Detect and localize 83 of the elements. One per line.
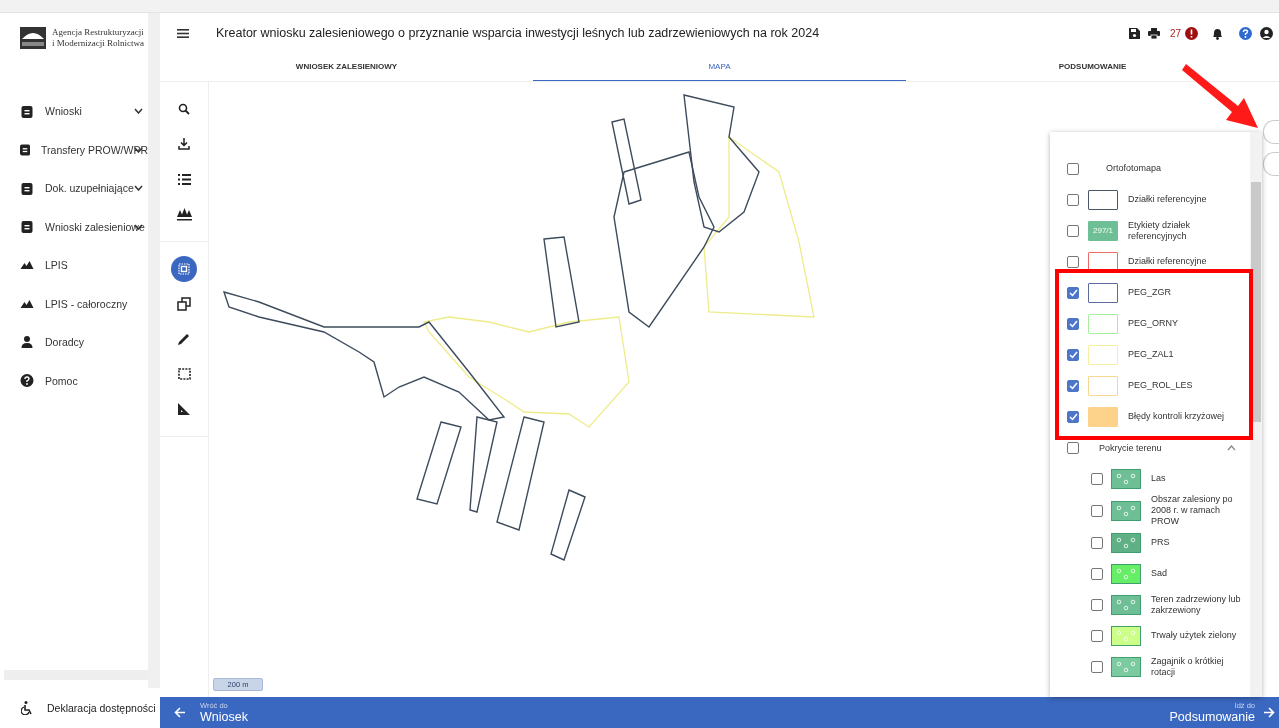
layer-label: PRS [1151, 537, 1170, 548]
checkbox[interactable] [1091, 660, 1103, 673]
sidebar-item[interactable]: Wnioski [0, 92, 148, 131]
pencil-icon [178, 333, 190, 345]
agency-name: Agencja Restrukturyzacji [52, 27, 144, 38]
checkbox[interactable] [1067, 193, 1079, 206]
panel-scrollbar[interactable] [1250, 132, 1262, 697]
checkbox[interactable] [1091, 504, 1103, 517]
person-icon [20, 336, 34, 349]
checkbox[interactable] [1091, 629, 1103, 642]
sidebar-item[interactable]: LPIS - całoroczny [0, 284, 148, 323]
chevron-down-icon [134, 185, 143, 192]
checkbox[interactable] [1067, 162, 1079, 175]
checkbox[interactable] [1091, 472, 1103, 485]
chevron-down-icon [134, 146, 143, 153]
dashed-rectangle-icon [177, 368, 191, 380]
save-icon[interactable] [1128, 27, 1140, 39]
layer-label: Obszar zalesiony po 2008 r. w ramach PROW [1151, 494, 1234, 527]
checkbox[interactable] [1067, 286, 1079, 299]
error-count: 27 [1169, 27, 1181, 39]
clipboard-icon [20, 143, 31, 157]
checkbox[interactable] [1091, 567, 1103, 580]
checkbox[interactable] [1067, 348, 1079, 361]
mountain-icon [20, 299, 34, 308]
help-icon [20, 374, 34, 388]
account-icon[interactable] [1260, 26, 1273, 40]
help-icon[interactable] [1239, 26, 1252, 40]
clipboard-icon [20, 220, 34, 234]
layer-label: PEG_ZGR [1128, 287, 1171, 298]
sidebar-item[interactable]: Transfery PROW/WPR [0, 130, 148, 169]
chevron-down-icon [134, 223, 143, 230]
list-icon [177, 173, 191, 185]
select-tool-button[interactable] [171, 256, 197, 282]
layer-label: PEG_ORNY [1128, 318, 1178, 329]
print-icon[interactable] [1147, 27, 1160, 39]
bell-icon[interactable] [1212, 26, 1223, 40]
chevron-icon[interactable] [1227, 444, 1236, 451]
sidebar-item[interactable]: Pomoc [0, 361, 148, 400]
layer-label: PEG_ROL_LES [1128, 380, 1193, 391]
agency-name: i Modernizacji Rolnictwa [52, 38, 144, 49]
checkbox[interactable] [1091, 536, 1103, 549]
layer-label: Teren zadrzewiony lub zakrzewiony [1151, 593, 1242, 616]
menu-icon[interactable] [177, 28, 189, 38]
checkbox[interactable] [1091, 598, 1103, 611]
checkbox[interactable] [1067, 410, 1079, 423]
layer-label: Etykiety działek referencyjnych [1128, 219, 1192, 242]
checkbox[interactable] [1067, 255, 1079, 268]
accessibility-link[interactable]: Deklaracja dostępności [0, 701, 160, 715]
checkbox[interactable] [1067, 441, 1079, 454]
clipboard-icon [20, 104, 34, 118]
layer-label: Ortofotomapa [1106, 163, 1162, 174]
sidebar-item[interactable]: Dok. uzupełniające [0, 169, 148, 208]
sidebar-item[interactable]: LPIS [0, 246, 148, 285]
sidebar-item[interactable]: Doradcy [0, 323, 148, 362]
layer-label: Działki referencyjne [1128, 256, 1207, 267]
layer-label: Zagajnik o krótkiej rotacji [1151, 655, 1225, 678]
checkbox[interactable] [1067, 379, 1079, 392]
sidebar-item[interactable]: Wnioski zalesieniowe [0, 207, 148, 246]
vertical-scrollbar[interactable] [148, 13, 160, 688]
logo-icon [20, 27, 46, 49]
layer-label: Las [1151, 473, 1166, 484]
layer-label: Działki referencyjne [1128, 194, 1207, 205]
mountain-icon [20, 261, 34, 270]
select-area-icon [178, 263, 190, 275]
legend-swatch: 297/1 [1088, 220, 1118, 241]
page-title: Kreator wniosku zalesieniowego o przyznanie wsparcia inwestycji leśnych lub zadrzewieniowych na rok 2024 [216, 26, 821, 40]
chevron-down-icon [134, 108, 143, 115]
checkbox[interactable] [1067, 224, 1079, 237]
search-icon [178, 103, 190, 115]
arrow-right-icon [1263, 707, 1275, 718]
copy-icon [177, 297, 191, 311]
clipboard-icon [20, 181, 34, 195]
trees-icon [176, 207, 192, 221]
download-icon [178, 138, 190, 150]
checkbox[interactable] [1067, 317, 1079, 330]
layer-label: Trwały użytek zielony [1151, 630, 1237, 641]
error-icon[interactable] [1185, 26, 1198, 40]
arrow-left-icon [174, 707, 186, 718]
layer-label: Sad [1151, 568, 1167, 579]
layer-label: Błędy kontroli krzyżowej [1128, 411, 1225, 422]
layer-label: PEG_ZAL1 [1128, 349, 1174, 360]
wheelchair-icon [21, 701, 33, 715]
layer-group-label: Pokrycie terenu [1099, 442, 1163, 453]
